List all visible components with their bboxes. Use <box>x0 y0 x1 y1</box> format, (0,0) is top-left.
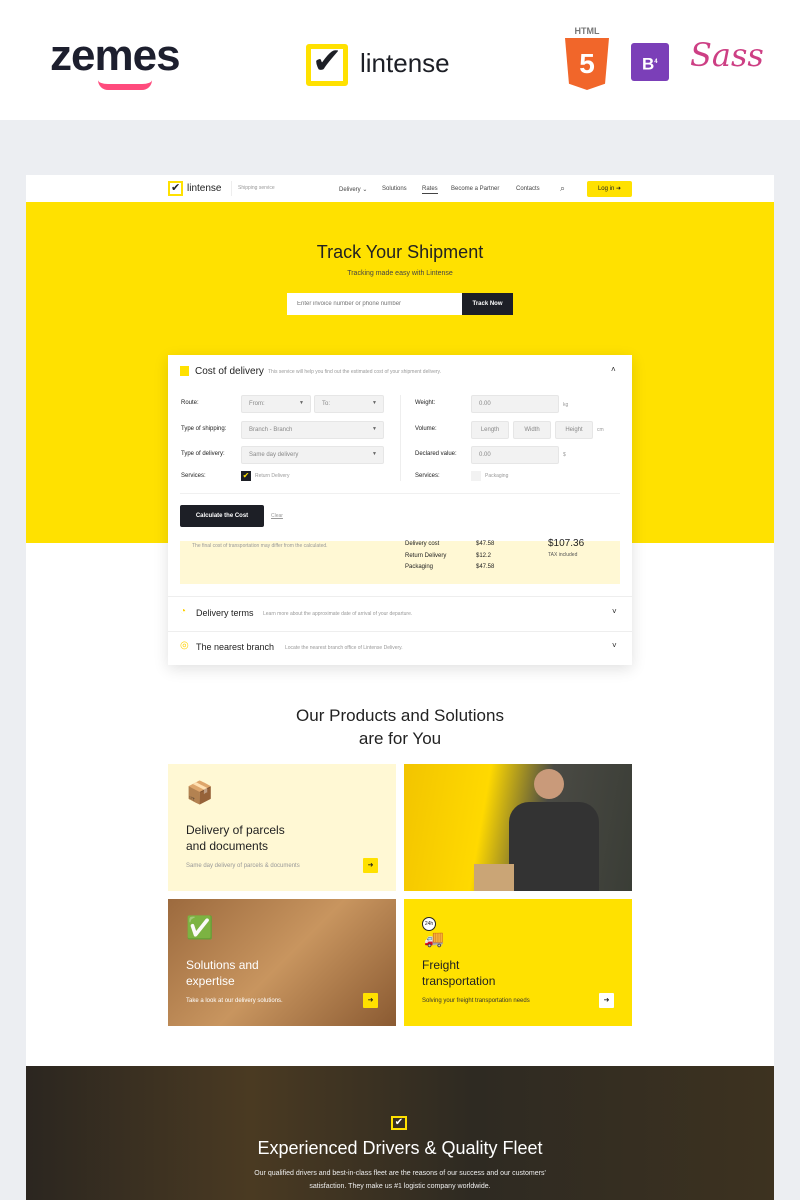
section-desc: This service will help you find out the … <box>268 369 442 375</box>
services-label: Services: <box>181 473 206 479</box>
shipping-label: Type of shipping: <box>181 426 227 432</box>
products-title: Our Products and Solutions are for You <box>296 706 504 748</box>
location-icon: ◎ <box>180 640 189 651</box>
line-value: $47.58 <box>476 541 495 547</box>
section-title: Cost of delivery <box>195 366 264 377</box>
length-input[interactable]: Length <box>471 421 509 439</box>
checkmark-icon: ✔ <box>168 181 183 196</box>
parcel-icon: 📦 <box>186 780 214 805</box>
weight-input[interactable]: 0.00 <box>471 395 559 413</box>
return-delivery-checkbox[interactable]: ✔ <box>241 471 251 481</box>
result-note: The final cost of transportation may dif… <box>192 543 328 549</box>
to-select[interactable]: To: ▼ <box>314 395 384 413</box>
result-panel: The final cost of transportation may dif… <box>180 538 620 584</box>
checkmark-icon: ✔ <box>312 40 343 81</box>
volume-unit: cm <box>597 427 604 433</box>
arrow-right-icon[interactable]: ➜ <box>363 993 378 1008</box>
total-cost: $107.36 <box>548 538 585 549</box>
scanner-icon: ✅ <box>186 915 214 940</box>
nearest-branch-accordion[interactable]: ◎ The nearest branch Locate the nearest … <box>168 632 632 665</box>
packaging-checkbox[interactable] <box>471 471 481 481</box>
template-banner: zemes ✔ lintense HTML 5 B4 Sass <box>0 0 800 120</box>
cost-calculator-card: Cost of delivery This service will help … <box>168 355 632 665</box>
nav-solutions[interactable]: Solutions <box>382 186 407 192</box>
line-value: $12.2 <box>476 553 492 559</box>
accordion-title: The nearest branch <box>196 642 275 652</box>
courier-van-photo <box>404 764 632 891</box>
delivery-type-select[interactable]: Same day delivery ▼ <box>241 446 384 464</box>
login-button[interactable]: Log in ➜ <box>587 181 632 197</box>
declared-value-input[interactable]: 0.00 <box>471 446 559 464</box>
card-desc: Solving your freight transportation need… <box>422 998 530 1004</box>
product-card-freight[interactable]: 24h 🚚 Freight transportation Solving your… <box>404 899 632 1026</box>
weight-label: Weight: <box>415 400 436 406</box>
accordion-title: Delivery terms <box>196 608 254 618</box>
tracking-input[interactable] <box>287 293 463 315</box>
declared-unit: $ <box>563 452 566 458</box>
calculate-button[interactable]: Calculate the Cost <box>180 505 264 527</box>
hero-subtitle: Tracking made easy with Lintense <box>347 270 453 277</box>
search-icon[interactable]: ⌕ <box>560 183 565 194</box>
delivery-terms-accordion[interactable]: ◔ Delivery terms Learn more about the ap… <box>168 597 632 631</box>
line-name: Delivery cost <box>405 541 440 547</box>
track-now-button[interactable]: Track Now <box>462 293 513 315</box>
divider <box>400 395 401 481</box>
card-title: Freight transportation <box>422 958 496 988</box>
sass-icon: Sass <box>690 36 764 74</box>
nav-delivery[interactable]: Delivery ⌄ <box>339 186 367 193</box>
packaging-label: Packaging <box>485 473 509 479</box>
clear-link[interactable]: Clear <box>271 513 283 519</box>
html5-icon: HTML 5 <box>565 26 609 90</box>
tagline: Shipping service <box>238 185 275 191</box>
arrow-right-icon[interactable]: ➜ <box>599 993 614 1008</box>
from-select[interactable]: From: ▼ <box>241 395 311 413</box>
bootstrap-icon: B4 <box>631 43 669 81</box>
width-input[interactable]: Width <box>513 421 551 439</box>
line-value: $47.58 <box>476 564 495 570</box>
navbar: ✔ lintense Shipping service Delivery ⌄ S… <box>26 175 774 202</box>
hero-title: Track Your Shipment <box>316 242 484 262</box>
line-name: Return Delivery <box>405 553 447 559</box>
volume-label: Volume: <box>415 426 437 432</box>
chevron-down-icon: ˅ <box>612 641 617 650</box>
nav-rates[interactable]: Rates <box>422 186 438 194</box>
fleet-text: Our qualified drivers and best-in-class … <box>254 1170 546 1190</box>
declared-label: Declared value: <box>415 451 457 457</box>
nav-become-partner[interactable]: Become a Partner <box>451 186 499 192</box>
arrow-right-icon[interactable]: ➜ <box>363 858 378 873</box>
delivery-label: Type of delivery: <box>181 451 225 457</box>
card-title: Solutions and expertise <box>186 958 259 988</box>
nav-contacts[interactable]: Contacts <box>516 186 540 192</box>
accordion-desc: Learn more about the approximate date of… <box>263 611 413 617</box>
card-desc: Take a look at our delivery solutions. <box>186 998 283 1004</box>
zemes-logo: zemes <box>50 26 200 92</box>
checkbox-logo-icon: ✔ <box>391 1116 407 1130</box>
product-card-solutions[interactable]: ✅ Solutions and expertise Take a look at … <box>168 899 396 1026</box>
fleet-section: ✔ Experienced Drivers & Quality Fleet Ou… <box>26 1066 774 1200</box>
card-desc: Same day delivery of parcels & documents <box>186 863 300 869</box>
card-title: Delivery of parcels and documents <box>186 823 285 853</box>
shipping-type-select[interactable]: Branch - Branch ▼ <box>241 421 384 439</box>
return-delivery-label: Return Delivery <box>255 473 290 479</box>
clock-icon: ◔ <box>180 606 187 617</box>
height-input[interactable]: Height <box>555 421 593 439</box>
product-card-parcels[interactable]: 📦 Delivery of parcels and documents Same … <box>168 764 396 891</box>
line-name: Packaging <box>405 564 434 570</box>
chevron-up-icon[interactable]: ˄ <box>611 365 616 374</box>
weight-unit: kg <box>563 402 569 408</box>
services-label: Services: <box>415 473 440 479</box>
chevron-down-icon: ˅ <box>612 607 617 616</box>
accordion-desc: Locate the nearest branch office of Lint… <box>285 645 403 651</box>
fleet-title: Experienced Drivers & Quality Fleet <box>257 1138 543 1158</box>
page-preview: ✔ lintense Shipping service Delivery ⌄ S… <box>26 175 774 1200</box>
calculator-icon <box>180 366 189 376</box>
route-label: Route: <box>181 400 199 406</box>
truck-icon: 🚚 <box>424 931 444 948</box>
tax-note: TAX included <box>548 552 578 558</box>
